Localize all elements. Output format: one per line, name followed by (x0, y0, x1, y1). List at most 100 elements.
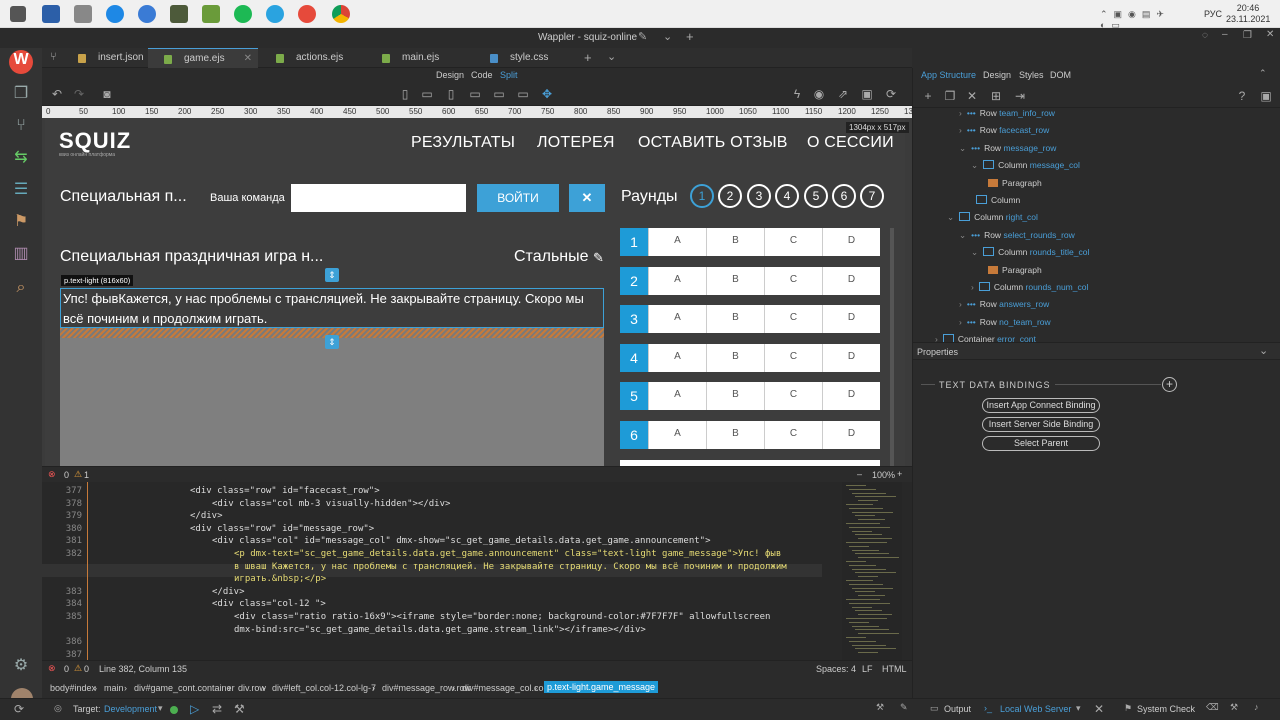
answer-option-d[interactable]: D (822, 305, 880, 334)
unwrap-icon[interactable]: ⇥ (1013, 89, 1027, 103)
device-laptop-icon[interactable]: ▭ (468, 87, 482, 101)
minimize-icon[interactable]: – (1222, 29, 1228, 40)
login-button[interactable]: ВОЙТИ (477, 184, 559, 212)
chrome-icon[interactable] (332, 5, 350, 23)
code-line[interactable]: dmx-bind:src="sc_get_game_details.data.g… (234, 625, 646, 635)
language-mode[interactable]: HTML (882, 664, 907, 674)
answer-option-b[interactable]: B (706, 228, 764, 256)
add-binding-icon[interactable]: + (1162, 377, 1177, 392)
nav-lottery[interactable]: ЛОТЕРЕЯ (537, 134, 615, 152)
output-tab[interactable]: Output (944, 704, 971, 714)
explorer-icon[interactable] (42, 5, 60, 23)
chevron-down-icon[interactable]: ⌄ (663, 30, 672, 43)
indentation[interactable]: Spaces: 4 (816, 664, 856, 674)
answer-option-c[interactable]: C (764, 343, 822, 372)
insert-app-connect-binding-button[interactable]: Insert App Connect Binding (982, 398, 1100, 413)
redo-icon[interactable]: ↷ (72, 87, 86, 101)
zoom-level[interactable]: 100% (872, 470, 895, 480)
tree-node[interactable]: › ••• Row answers_row (959, 299, 1049, 309)
breadcrumb-item[interactable]: div#game_cont.container (134, 683, 235, 693)
system-check[interactable]: System Check (1137, 704, 1195, 714)
answer-option-d[interactable]: D (822, 382, 880, 411)
tree-node[interactable]: Column (971, 195, 1020, 205)
sync-icon[interactable]: ⇄ (212, 702, 222, 716)
round-7[interactable]: 7 (860, 184, 884, 208)
answer-option-a[interactable]: A (648, 266, 706, 295)
breadcrumb-item[interactable]: div#left_col.col-12.col-lg-7 (272, 683, 376, 693)
spotify-icon[interactable] (234, 5, 252, 23)
database-icon[interactable]: ☰ (11, 180, 31, 200)
code-line[interactable]: </div> (190, 511, 223, 521)
target-select[interactable]: Development (104, 704, 157, 714)
round-3[interactable]: 3 (747, 184, 771, 208)
tools-icon[interactable]: ✎ (900, 702, 908, 713)
expand-arrow-icon[interactable]: › (959, 125, 962, 135)
settings-icon[interactable] (74, 5, 92, 23)
tab-design[interactable]: Design (983, 70, 1011, 80)
round-1[interactable]: 1 (690, 184, 714, 208)
qbittorrent-icon[interactable] (138, 5, 156, 23)
answer-option-a[interactable]: A (648, 343, 706, 372)
nav-results[interactable]: РЕЗУЛЬТАТЫ (411, 134, 515, 152)
undo-icon[interactable]: ↶ (50, 87, 64, 101)
mode-code[interactable]: Code (471, 70, 493, 80)
tab-style-css[interactable]: style.css (474, 48, 574, 68)
tree-node[interactable]: › ••• Row facecast_row (959, 125, 1049, 135)
expand-arrow-icon[interactable]: ⌄ (959, 230, 966, 240)
select-parent-button[interactable]: Select Parent (982, 436, 1100, 451)
stream-iframe[interactable] (60, 338, 604, 466)
answer-option-d[interactable]: D (822, 343, 880, 372)
round-6[interactable]: 6 (832, 184, 856, 208)
resize-handle-icon[interactable]: ⇕ (325, 335, 339, 349)
close-icon[interactable]: ✕ (1094, 702, 1104, 716)
server-select[interactable]: Local Web Server (1000, 704, 1071, 714)
tree-node[interactable]: Paragraph (983, 265, 1042, 275)
language-indicator[interactable]: РУС (1204, 9, 1222, 19)
code-line[interactable]: </div> (212, 587, 245, 597)
tree-node[interactable]: ⌄ ••• Row message_row (959, 143, 1056, 154)
tree-node[interactable]: ⌄ Column message_col (971, 160, 1080, 171)
answer-option-b[interactable]: B (706, 382, 764, 411)
tree-node[interactable]: › Column rounds_num_col (971, 282, 1088, 292)
close-button[interactable]: ✕ (569, 184, 605, 212)
code-line[interactable]: <div class="row" id="facecast_row"> (190, 486, 380, 496)
chevron-down-icon[interactable]: ⌄ (607, 50, 616, 63)
site-logo[interactable]: SQUIZ (59, 128, 131, 154)
chevron-down-icon[interactable]: ▾ (1076, 703, 1081, 714)
mode-design[interactable]: Design (436, 70, 464, 80)
answer-option-b[interactable]: B (706, 343, 764, 372)
tab-actions-ejs[interactable]: actions.ejs (260, 48, 360, 68)
chevron-down-icon[interactable]: ▾ (158, 703, 163, 714)
nav-feedback[interactable]: ОСТАВИТЬ ОТЗЫВ (638, 134, 788, 152)
edit-team-icon[interactable]: ✎ (593, 250, 604, 266)
resize-handle-icon[interactable]: ⇕ (325, 268, 339, 282)
device-tablet-landscape-icon[interactable]: ▭ (420, 87, 434, 101)
code-line[interactable]: <p dmx-text="sc_get_game_details.data.ge… (234, 549, 781, 559)
code-line[interactable]: в шваш Кажется, у нас проблемы с трансля… (234, 562, 787, 572)
expand-arrow-icon[interactable]: › (959, 299, 962, 309)
team-input[interactable] (291, 184, 466, 212)
answer-option-a[interactable]: A (648, 228, 706, 256)
breadcrumb-item[interactable]: div#message_row.row (382, 683, 471, 693)
code-editor[interactable]: 377 <div class="row" id="facecast_row"> 37… (42, 482, 912, 660)
workflows-icon[interactable]: ⇆ (11, 148, 31, 168)
tab-actions-icon[interactable]: ⑂ (50, 51, 57, 63)
answer-option-c[interactable]: C (764, 421, 822, 449)
run-icon[interactable]: ▷ (190, 702, 199, 716)
bell-icon[interactable]: ♪ (1254, 702, 1259, 712)
chevron-down-icon[interactable]: ⌄ (1259, 344, 1268, 357)
tab-styles[interactable]: Styles (1019, 70, 1044, 80)
line-ending[interactable]: LF (862, 664, 873, 674)
answer-option-d[interactable]: D (822, 228, 880, 256)
answer-option-b[interactable]: B (706, 266, 764, 295)
answer-option-d[interactable]: D (822, 266, 880, 295)
device-phone-icon[interactable]: ▯ (398, 87, 412, 101)
preview-eye-icon[interactable]: ◉ (812, 87, 826, 101)
maximize-icon[interactable]: ❐ (1243, 30, 1252, 41)
camera-icon[interactable]: ◙ (100, 87, 114, 101)
close-tab-icon[interactable]: ✕ (244, 49, 252, 69)
round-2[interactable]: 2 (718, 184, 742, 208)
expand-arrow-icon[interactable]: ⌄ (971, 247, 978, 257)
device-desktop-icon[interactable]: ▭ (492, 87, 506, 101)
zoom-out-icon[interactable]: – (857, 469, 862, 479)
